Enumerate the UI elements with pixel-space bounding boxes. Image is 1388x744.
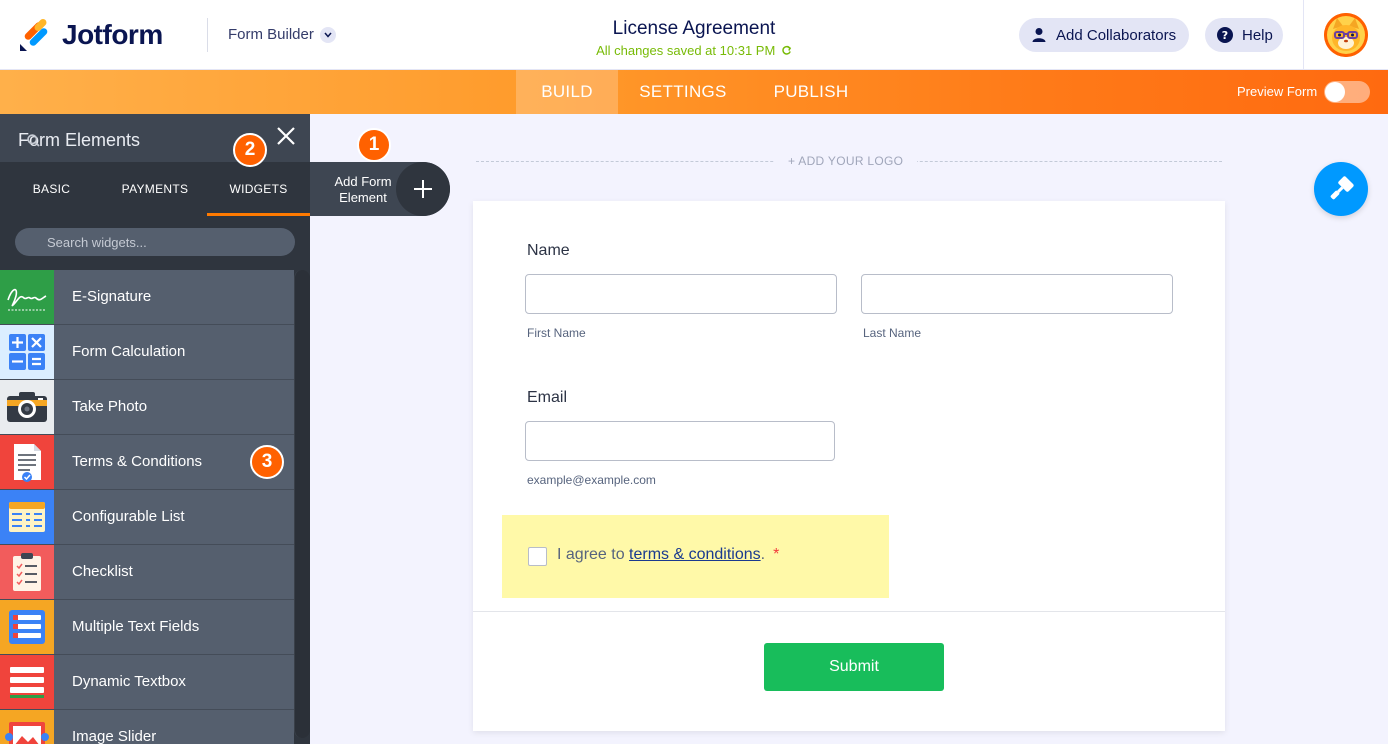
- widget-image-slider[interactable]: Image Slider: [0, 710, 294, 744]
- widget-label: Multiple Text Fields: [72, 618, 200, 635]
- svg-text:?: ?: [1222, 29, 1228, 42]
- textbox-icon: [0, 655, 54, 709]
- camera-icon: [0, 380, 54, 434]
- tab-basic[interactable]: BASIC: [0, 162, 103, 216]
- header-divider-right: [1303, 0, 1304, 70]
- last-name-input[interactable]: [861, 274, 1173, 314]
- image-slider-icon: [0, 710, 54, 744]
- help-button[interactable]: ? Help: [1205, 18, 1283, 52]
- name-label: Name: [527, 242, 570, 259]
- add-collaborators-button[interactable]: Add Collaborators: [1019, 18, 1189, 52]
- tab-build[interactable]: BUILD: [516, 70, 618, 114]
- search-area: [0, 216, 310, 270]
- widget-label: Take Photo: [72, 398, 148, 415]
- jotform-logo-icon: [20, 19, 48, 51]
- builder-nav: BUILD SETTINGS PUBLISH Preview Form: [0, 70, 1388, 114]
- widget-label: Terms & Conditions: [72, 453, 203, 470]
- user-icon: [1031, 27, 1047, 43]
- avatar[interactable]: [1324, 13, 1368, 57]
- signature-icon: [0, 270, 54, 324]
- first-name-input[interactable]: [525, 274, 837, 314]
- header-divider: [207, 18, 208, 52]
- document-check-icon: [0, 435, 54, 489]
- chevron-down-icon: [319, 26, 336, 43]
- tab-payments[interactable]: PAYMENTS: [103, 162, 207, 216]
- widget-label: Image Slider: [72, 728, 157, 744]
- form-designer-button[interactable]: [1314, 162, 1368, 216]
- submit-button[interactable]: Submit: [764, 643, 944, 691]
- toggle-knob: [1325, 82, 1345, 102]
- add-collaborators-label: Add Collaborators: [1056, 26, 1177, 44]
- widget-form-calculation[interactable]: Form Calculation: [0, 325, 294, 380]
- email-input[interactable]: [525, 421, 835, 461]
- first-name-sublabel: First Name: [527, 326, 586, 340]
- widget-checklist[interactable]: Checklist: [0, 545, 294, 600]
- text-fields-icon: [0, 600, 54, 654]
- brand-name: Jotform: [62, 19, 163, 50]
- save-status: All changes saved at 10:31 PM: [544, 43, 844, 58]
- scrollbar-thumb[interactable]: [294, 270, 310, 738]
- widget-list: E-Signature Form Calculation Take Photo …: [0, 270, 294, 744]
- step-badge-2: 2: [233, 133, 267, 167]
- panel-tabs: BASIC PAYMENTS WIDGETS: [0, 162, 310, 216]
- widget-label: Dynamic Textbox: [72, 673, 186, 690]
- calculator-icon: [0, 325, 54, 379]
- agree-suffix: .: [760, 546, 766, 563]
- add-form-element-button[interactable]: Add Form Element: [310, 162, 450, 216]
- close-icon[interactable]: [276, 126, 296, 146]
- form-title[interactable]: License Agreement: [544, 18, 844, 40]
- terms-conditions-field[interactable]: I agree to terms & conditions. *: [502, 515, 889, 598]
- widget-label: E-Signature: [72, 288, 152, 305]
- form-elements-panel: Form Elements BASIC PAYMENTS WIDGETS E-S…: [0, 114, 310, 744]
- paint-roller-icon: [1330, 176, 1354, 200]
- email-sublabel: example@example.com: [527, 473, 656, 487]
- agree-prefix: I agree to: [557, 546, 630, 563]
- top-header: Jotform Form Builder License Agreement A…: [0, 0, 1388, 70]
- step-badge-3: 3: [250, 445, 284, 479]
- widget-label: Form Calculation: [72, 343, 186, 360]
- plus-icon: [396, 162, 450, 216]
- required-mark: *: [773, 546, 780, 563]
- search-icon: [27, 134, 40, 147]
- widget-take-photo[interactable]: Take Photo: [0, 380, 294, 435]
- help-label: Help: [1242, 26, 1273, 44]
- widget-label: Checklist: [72, 563, 133, 580]
- step-badge-1: 1: [357, 128, 391, 162]
- widget-list-scrollbar[interactable]: [294, 270, 310, 744]
- grid-list-icon: [0, 490, 54, 544]
- widget-e-signature[interactable]: E-Signature: [0, 270, 294, 325]
- preview-form-label: Preview Form: [1237, 84, 1318, 99]
- builder-switch-label: Form Builder: [228, 26, 314, 43]
- tab-widgets[interactable]: WIDGETS: [207, 162, 310, 216]
- widget-configurable-list[interactable]: Configurable List: [0, 490, 294, 545]
- preview-form-toggle[interactable]: [1324, 81, 1370, 103]
- agree-checkbox[interactable]: [528, 547, 547, 566]
- widget-multiple-text-fields[interactable]: Multiple Text Fields: [0, 600, 294, 655]
- refresh-icon: [782, 45, 792, 55]
- clipboard-icon: [0, 545, 54, 599]
- jotform-logo[interactable]: Jotform: [18, 18, 163, 52]
- add-your-logo[interactable]: + ADD YOUR LOGO: [774, 154, 918, 168]
- card-divider: [473, 611, 1225, 612]
- question-icon: ?: [1217, 27, 1233, 43]
- widget-label: Configurable List: [72, 508, 185, 525]
- agree-text: I agree to terms & conditions. *: [557, 546, 779, 564]
- terms-link[interactable]: terms & conditions: [629, 546, 761, 563]
- last-name-sublabel: Last Name: [863, 326, 922, 340]
- form-card: Name First Name Last Name Email example@…: [473, 201, 1225, 731]
- save-status-text: All changes saved at 10:31 PM: [596, 43, 776, 58]
- add-form-element-label: Add Form Element: [334, 174, 392, 205]
- search-widgets-input[interactable]: [15, 228, 295, 256]
- form-builder-switch[interactable]: Form Builder: [228, 26, 336, 43]
- podo-avatar-icon: [1324, 13, 1368, 57]
- widget-dynamic-textbox[interactable]: Dynamic Textbox: [0, 655, 294, 710]
- tab-publish[interactable]: PUBLISH: [760, 70, 862, 114]
- tab-settings[interactable]: SETTINGS: [628, 70, 738, 114]
- email-label: Email: [527, 389, 568, 406]
